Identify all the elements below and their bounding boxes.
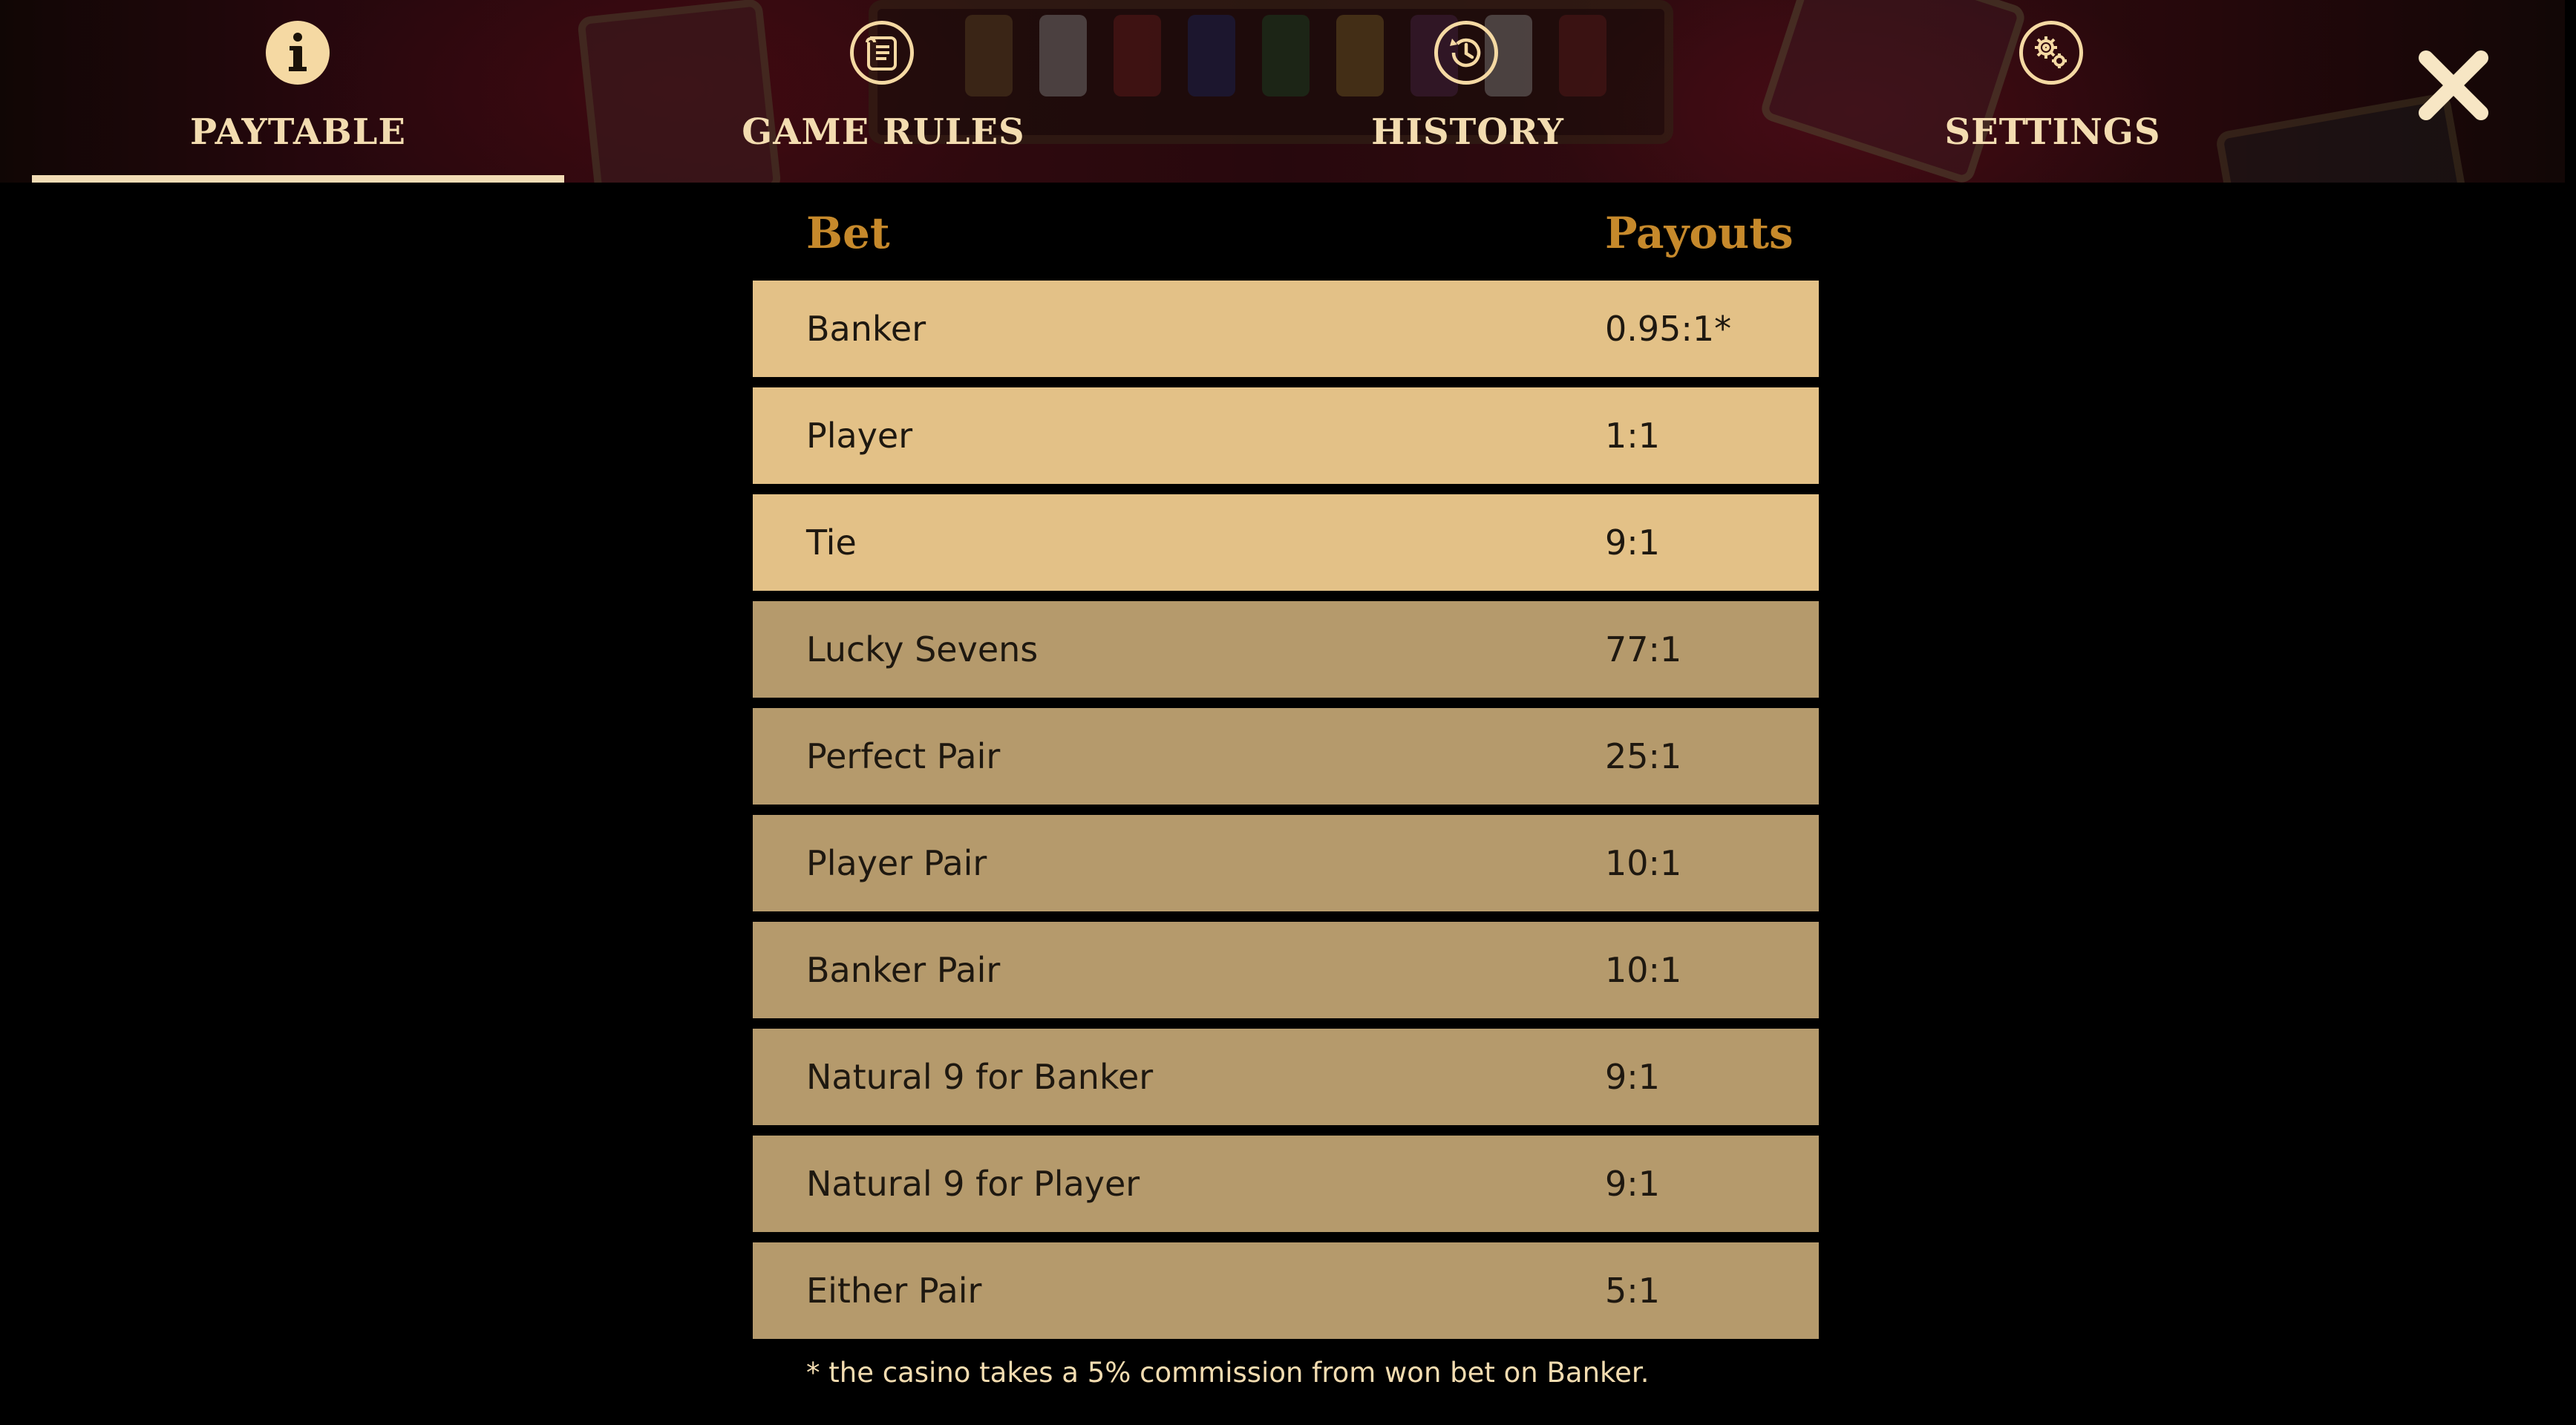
tab-bar: PAYTABLE GAME RULES HISTORY SETTINGS (0, 0, 2565, 183)
table-row: Banker 0.95:1* (753, 281, 1819, 377)
bet-name: Tie (806, 522, 857, 563)
tab-settings[interactable]: SETTINGS (1785, 0, 2320, 183)
payout-value: 5:1 (1605, 1271, 1661, 1311)
tab-settings-label: SETTINGS (1944, 111, 2161, 153)
table-row: Player Pair 10:1 (753, 815, 1819, 911)
paytable-screen: PAYTABLE GAME RULES HISTORY SETTINGS Bet… (0, 0, 2576, 1425)
history-icon (1434, 21, 1498, 85)
info-icon (266, 21, 330, 85)
tab-game-rules[interactable]: GAME RULES (616, 0, 1151, 183)
bet-name: Natural 9 for Player (806, 1164, 1140, 1204)
table-row: Natural 9 for Banker 9:1 (753, 1029, 1819, 1125)
bet-name: Natural 9 for Banker (806, 1057, 1154, 1097)
gears-icon (2019, 21, 2083, 85)
payout-value: 1:1 (1605, 416, 1661, 456)
payout-value: 0.95:1* (1605, 309, 1732, 349)
bet-name: Either Pair (806, 1271, 982, 1311)
tab-paytable-label: PAYTABLE (190, 111, 406, 153)
commission-footnote: * the casino takes a 5% commission from … (806, 1357, 1650, 1389)
tab-history-label: HISTORY (1371, 111, 1564, 153)
table-row: Either Pair 5:1 (753, 1242, 1819, 1339)
payouts-column-header: Payouts (1605, 208, 1794, 258)
scroll-icon (850, 21, 914, 85)
bet-name: Banker Pair (806, 950, 1001, 990)
close-button[interactable] (2413, 45, 2494, 126)
table-header: Bet Payouts (753, 200, 1819, 281)
bet-name: Banker (806, 309, 926, 349)
payout-value: 77:1 (1605, 629, 1682, 669)
payout-value: 9:1 (1605, 522, 1661, 563)
bet-name: Lucky Sevens (806, 629, 1039, 669)
active-tab-indicator (32, 175, 564, 183)
close-icon (2419, 50, 2488, 120)
payout-value: 10:1 (1605, 843, 1682, 883)
tab-game-rules-label: GAME RULES (742, 111, 1025, 153)
payout-value: 9:1 (1605, 1164, 1661, 1204)
table-row: Perfect Pair 25:1 (753, 708, 1819, 805)
table-row: Banker Pair 10:1 (753, 922, 1819, 1018)
table-row: Natural 9 for Player 9:1 (753, 1136, 1819, 1232)
tab-paytable[interactable]: PAYTABLE (32, 0, 564, 183)
payout-value: 10:1 (1605, 950, 1682, 990)
bet-name: Player (806, 416, 913, 456)
payout-value: 25:1 (1605, 736, 1682, 776)
tab-history[interactable]: HISTORY (1200, 0, 1735, 183)
payout-value: 9:1 (1605, 1057, 1661, 1097)
table-row: Tie 9:1 (753, 494, 1819, 591)
bet-name: Player Pair (806, 843, 987, 883)
paytable: Bet Payouts Banker 0.95:1* Player 1:1 Ti… (753, 200, 1819, 1349)
bet-column-header: Bet (806, 208, 890, 258)
bet-name: Perfect Pair (806, 736, 1001, 776)
table-row: Player 1:1 (753, 387, 1819, 484)
table-row: Lucky Sevens 77:1 (753, 601, 1819, 698)
